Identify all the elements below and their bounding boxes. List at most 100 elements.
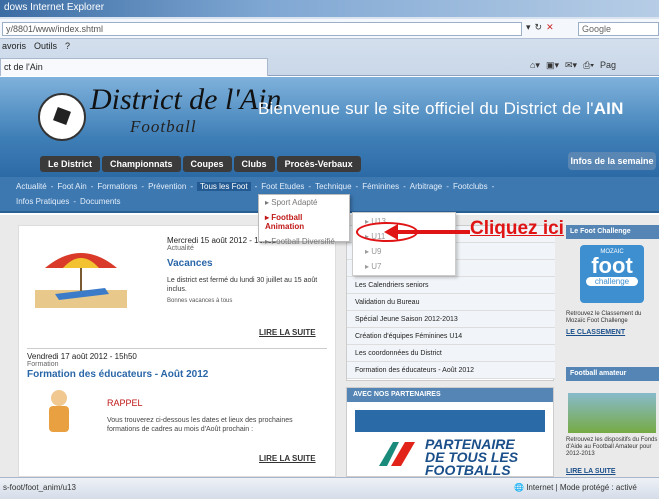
status-zone-label: Internet | Mode protégé : activé xyxy=(526,483,637,492)
mail-icon[interactable]: ✉▾ xyxy=(565,60,577,71)
nav-proces-verbaux[interactable]: Procès-Verbaux xyxy=(276,156,361,172)
list-item[interactable]: Spécial Jeune Saison 2012-2013 xyxy=(347,311,555,328)
football-amateur-image xyxy=(568,393,656,433)
read-more-link[interactable]: LIRE LA SUITE xyxy=(259,328,316,337)
search-input[interactable]: Google xyxy=(578,22,659,36)
football-amateur-heading: Football amateur xyxy=(566,367,659,381)
nav-sep: - xyxy=(403,182,406,191)
foot-challenge-logo[interactable]: MOZAIC foot challenge xyxy=(580,245,644,303)
nav-sep: - xyxy=(190,182,193,191)
dropdown-label: Football Animation xyxy=(265,213,305,231)
menu-outils[interactable]: Outils xyxy=(34,41,57,53)
dropdown-icon[interactable]: ▾ xyxy=(526,22,531,33)
article-text: Le district est fermé du lundi 30 juille… xyxy=(167,277,318,293)
command-bar: ⌂▾ ▣▾ ✉▾ ⎙▾ Pag xyxy=(530,60,616,71)
list-item[interactable]: Les coordonnées du District xyxy=(347,345,555,362)
nav-clubs[interactable]: Clubs xyxy=(233,156,275,172)
nav-sep: - xyxy=(73,197,77,206)
educator-image xyxy=(49,390,69,432)
page-menu[interactable]: Pag xyxy=(600,60,616,71)
football-animation-submenu: ▸ U13 ▸ U11 ▸ U9 ▸ U7 xyxy=(352,212,456,276)
top-nav: Le District Championnats Coupes Clubs Pr… xyxy=(40,156,361,172)
dropdown-football-diversifie[interactable]: ▸ Football Diversifié xyxy=(259,234,349,249)
football-amateur-text: Retrouvez les dispositifs du Fonds d'Aid… xyxy=(566,437,658,457)
nav-sep: - xyxy=(308,182,312,191)
print-icon[interactable]: ⎙▾ xyxy=(583,60,594,71)
submenu-label: U7 xyxy=(371,262,382,271)
tab-district[interactable]: ct de l'Ain xyxy=(0,58,268,76)
partners-heading: AVEC NOS PARTENAIRES xyxy=(347,388,553,402)
article-date: Vendredi 17 août 2012 - 15h50 xyxy=(27,352,137,361)
globe-icon: 🌐 xyxy=(514,483,524,492)
nav-sep: - xyxy=(254,182,258,191)
submenu-u7[interactable]: ▸ U7 xyxy=(359,260,454,274)
welcome-bold: AIN xyxy=(593,99,624,118)
nav-le-district[interactable]: Le District xyxy=(40,156,101,172)
website: District de l'Ain Football Bienvenue sur… xyxy=(0,77,659,477)
nav-sep: - xyxy=(50,182,54,191)
football-logo-icon[interactable] xyxy=(38,93,86,141)
menu-favoris[interactable]: avoris xyxy=(2,41,26,53)
nav-prevention[interactable]: Prévention xyxy=(148,182,186,191)
submenu-u9[interactable]: ▸ U9 xyxy=(359,245,454,259)
dropdown-football-animation[interactable]: ▸ Football Animation xyxy=(259,210,349,234)
dropdown-label: Sport Adapté xyxy=(271,198,318,207)
annotation-label: Cliquez ici xyxy=(470,218,564,239)
close-icon[interactable]: ✕ xyxy=(546,22,554,33)
nav-feminines[interactable]: Féminines xyxy=(362,182,399,191)
list-item[interactable]: Formation des éducateurs - Août 2012 xyxy=(347,362,555,379)
home-icon[interactable]: ⌂▾ xyxy=(530,60,540,71)
url-field[interactable]: y/8801/www/index.shtml xyxy=(2,22,522,36)
article-note: Bonnes vacances à tous xyxy=(167,298,233,304)
list-item[interactable]: Les Calendriers seniors xyxy=(347,277,555,294)
nav-actualite[interactable]: Actualité xyxy=(16,182,47,191)
feeds-icon[interactable]: ▣▾ xyxy=(546,60,559,71)
read-more-link[interactable]: LIRE LA SUITE xyxy=(259,454,316,463)
article-title[interactable]: Formation des éducateurs - Août 2012 xyxy=(27,369,208,380)
foot-challenge-text: Retrouvez le Classement du Mozaïc Foot C… xyxy=(566,311,642,324)
list-item[interactable]: Création d'équipes Féminines U14 xyxy=(347,328,555,345)
infos-semaine-button[interactable]: Infos de la semaine xyxy=(568,152,656,170)
partner-logo-text: PARTENAIRE DE TOUS LES FOOTBALLS xyxy=(425,437,518,477)
nav-arbitrage[interactable]: Arbitrage xyxy=(410,182,442,191)
nav-formations[interactable]: Formations xyxy=(97,182,137,191)
lire-la-suite-link[interactable]: LIRE LA SUITE xyxy=(566,468,616,475)
nav-sep: - xyxy=(90,182,94,191)
right-column: Le Foot Challenge MOZAIC foot challenge … xyxy=(566,225,659,477)
rappel-heading: RAPPEL xyxy=(107,398,143,408)
status-bar: s-foot/foot_anim/u13 🌐 Internet | Mode p… xyxy=(0,477,659,499)
nav-infos-pratiques[interactable]: Infos Pratiques xyxy=(16,197,69,206)
nav-sep: - xyxy=(491,182,495,191)
dropdown-sport-adapte[interactable]: ▸ Sport Adapté xyxy=(259,195,349,210)
status-zone: 🌐 Internet | Mode protégé : activé xyxy=(514,483,637,492)
main-nav-row1: Actualité - Foot Ain - Formations - Prév… xyxy=(16,182,494,191)
menu-bar: avoris Outils ? xyxy=(0,40,72,54)
welcome-main: Bienvenue sur le site officiel du Distri… xyxy=(258,99,594,118)
fc-sub: challenge xyxy=(586,277,638,286)
nav-technique[interactable]: Technique xyxy=(315,182,351,191)
partner-line3: FOOTBALLS xyxy=(425,462,511,477)
article-category: Formation xyxy=(27,361,59,368)
nav-championnats[interactable]: Championnats xyxy=(102,156,181,172)
logo-title[interactable]: District de l'Ain xyxy=(90,83,281,117)
site-banner: District de l'Ain Football Bienvenue sur… xyxy=(0,77,659,177)
nav-footclubs[interactable]: Footclubs xyxy=(453,182,488,191)
news-column: Mercredi 15 août 2012 - 16h00 Actualité … xyxy=(18,225,336,477)
article-title[interactable]: Vacances xyxy=(167,258,213,269)
classement-link[interactable]: LE CLASSEMENT xyxy=(566,329,625,336)
list-item[interactable]: Validation du Bureau xyxy=(347,294,555,311)
submenu-label: U9 xyxy=(371,247,382,256)
fc-big: foot xyxy=(591,253,633,278)
nav-foot-ain[interactable]: Foot Ain xyxy=(57,182,86,191)
nav-coupes[interactable]: Coupes xyxy=(182,156,232,172)
nav-documents[interactable]: Documents xyxy=(80,197,120,206)
menu-help[interactable]: ? xyxy=(65,41,70,53)
main-nav-row2: Infos Pratiques - Documents xyxy=(16,197,121,206)
credit-agricole-logo-icon[interactable] xyxy=(377,440,417,468)
refresh-icon[interactable]: ↻ xyxy=(535,22,543,33)
nav-tous-les-foot[interactable]: Tous les Foot xyxy=(197,182,251,191)
logo-subtitle: Football xyxy=(130,117,197,136)
address-bar-row: y/8801/www/index.shtml ▾ ↻ ✕ Google xyxy=(0,19,659,39)
tous-les-foot-dropdown: ▸ Sport Adapté ▸ Football Animation ▸ Fo… xyxy=(258,194,350,246)
nav-foot-etudes[interactable]: Foot Etudes xyxy=(261,182,304,191)
